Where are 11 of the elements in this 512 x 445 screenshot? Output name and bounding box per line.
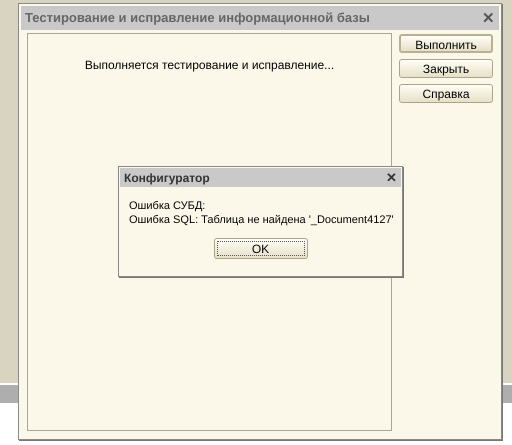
dialog-title: Конфигуратор — [124, 170, 210, 186]
action-button[interactable]: Справка — [399, 84, 493, 103]
window-title: Тестирование и исправление информационной базы — [25, 9, 370, 28]
error-message: Ошибка SQL: Таблица не найдена '_Document4127' — [129, 213, 394, 227]
close-button[interactable]: ✕ — [482, 10, 495, 26]
close-button[interactable]: ✕ — [386, 171, 397, 184]
ok-button[interactable]: OK — [214, 238, 308, 259]
action-button[interactable]: Закрыть — [399, 59, 493, 78]
action-button[interactable]: Выполнить — [399, 34, 493, 53]
status-text: Выполняется тестирование и исправление... — [84, 57, 334, 74]
error-message: Ошибка СУБД: — [129, 199, 206, 213]
